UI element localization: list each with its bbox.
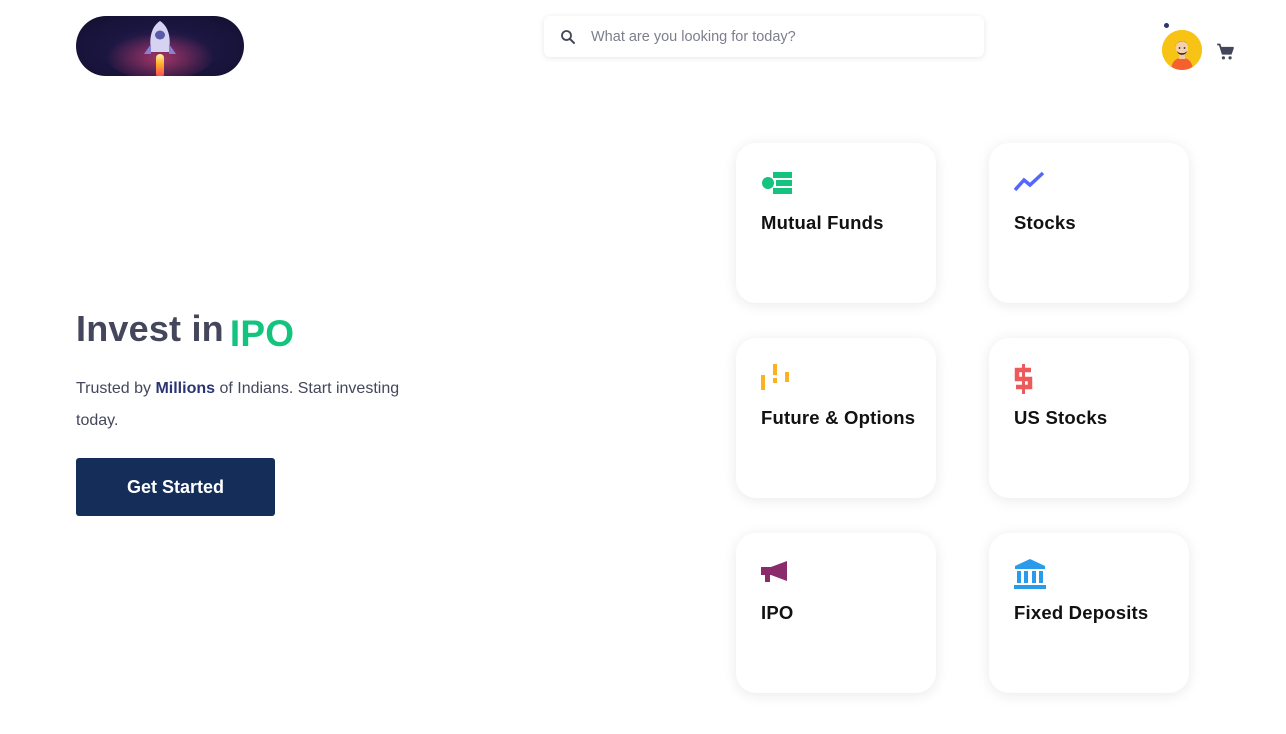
product-card-label: Future & Options [761, 407, 916, 428]
product-card-stocks[interactable]: Stocks [989, 143, 1189, 303]
bank-icon [1014, 559, 1046, 589]
megaphone-icon [761, 559, 793, 587]
dollar-icon [1014, 364, 1046, 394]
product-card-label: US Stocks [1014, 407, 1108, 428]
product-card-us-stocks[interactable]: US Stocks [989, 338, 1189, 498]
trending-up-icon [1013, 169, 1046, 197]
rocket-logo[interactable] [76, 16, 244, 76]
hero-title-highlight: IPO [229, 313, 295, 354]
hero-subtitle: Trusted by Millions of Indians. Start in… [76, 373, 436, 437]
notification-dot [1164, 23, 1169, 28]
rocket-icon [105, 21, 215, 76]
user-avatar[interactable] [1162, 30, 1202, 70]
product-card-future-options[interactable]: Future & Options [736, 338, 936, 498]
hero-title: Invest in IPO [76, 308, 294, 354]
hero-title-prefix: Invest in [76, 308, 224, 349]
search-input[interactable] [589, 27, 973, 46]
get-started-button[interactable]: Get Started [76, 458, 275, 516]
product-card-label: Stocks [1014, 212, 1076, 233]
product-card-ipo[interactable]: IPO [736, 533, 936, 693]
product-card-fixed-deposits[interactable]: Fixed Deposits [989, 533, 1189, 693]
avatar-icon [1162, 30, 1202, 70]
cart-icon[interactable] [1215, 42, 1236, 62]
mutual-funds-icon [761, 169, 793, 197]
product-card-label: Fixed Deposits [1014, 602, 1149, 623]
product-card-label: IPO [761, 602, 794, 623]
product-card-mutual-funds[interactable]: Mutual Funds [736, 143, 936, 303]
candlestick-icon [761, 364, 793, 392]
hero-subtitle-pre: Trusted by [76, 380, 151, 397]
product-card-label: Mutual Funds [761, 212, 884, 233]
search-bar[interactable] [544, 16, 984, 57]
search-icon[interactable] [559, 28, 577, 46]
hero-subtitle-bold: Millions [155, 380, 216, 397]
